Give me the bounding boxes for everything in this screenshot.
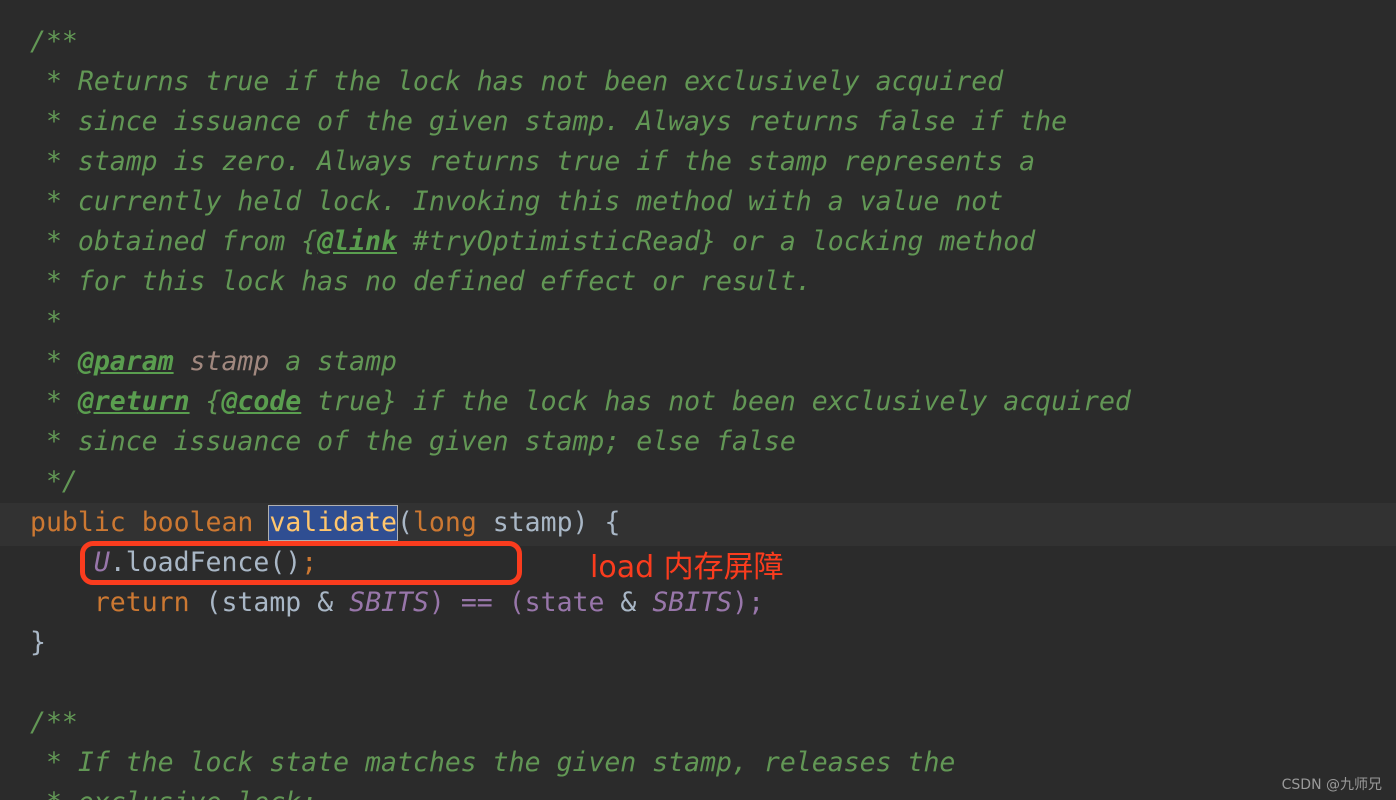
code-line[interactable]: * exclusive lock; — [30, 783, 317, 800]
code-line[interactable]: * for this lock has no defined effect or… — [30, 262, 812, 302]
code-token: U — [93, 547, 110, 578]
code-line[interactable]: * @param stamp a stamp — [30, 342, 397, 382]
code-line[interactable]: /** — [30, 22, 78, 62]
code-token: */ — [30, 466, 78, 497]
code-token: * since issuance of the given stamp. Alw… — [30, 106, 1068, 137]
code-token: ( — [397, 507, 413, 538]
code-line[interactable]: * Returns true if the lock has not been … — [30, 62, 1003, 102]
code-token: SBITS — [652, 587, 733, 618]
code-token: a stamp — [269, 346, 397, 377]
code-token: ; — [301, 547, 318, 578]
code-line[interactable]: * If the lock state matches the given st… — [30, 743, 955, 783]
code-line[interactable]: * currently held lock. Invoking this met… — [30, 182, 1003, 222]
code-line[interactable]: } — [30, 623, 46, 663]
code-token: @link — [317, 226, 397, 257]
code-token: @return — [77, 386, 190, 417]
annotation-note-text: load 内存屏障 — [590, 550, 784, 585]
code-token: * obtained from { — [30, 226, 318, 257]
code-line[interactable]: * stamp is zero. Always returns true if … — [30, 142, 1035, 182]
code-token: (stamp — [189, 587, 318, 618]
code-line[interactable]: * obtained from {@link #tryOptimisticRea… — [30, 222, 1035, 262]
code-token: @code — [221, 386, 302, 417]
code-token: * exclusive lock; — [30, 787, 317, 800]
selected-identifier[interactable]: validate — [268, 505, 398, 541]
code-token: * — [30, 386, 78, 417]
code-line[interactable]: * since issuance of the given stamp; els… — [30, 422, 796, 462]
code-token: true} if the lock has not been exclusive… — [301, 386, 1131, 417]
code-token: public — [30, 507, 126, 538]
watermark: CSDN @九师兄 — [1281, 777, 1382, 793]
code-token: ) == ( — [428, 587, 525, 618]
code-token: #tryOptimisticRead} or a locking method — [396, 226, 1036, 257]
code-token: long — [412, 507, 477, 538]
code-line[interactable]: /** — [30, 703, 78, 743]
code-token: * Returns true if the lock has not been … — [30, 66, 1004, 97]
code-token: /** — [30, 26, 78, 57]
code-token: & — [317, 587, 334, 618]
code-token: * — [30, 346, 78, 377]
code-token: state — [524, 587, 605, 618]
code-line[interactable]: * — [30, 302, 62, 342]
code-token: * currently held lock. Invoking this met… — [30, 186, 1004, 217]
code-token: @param — [77, 346, 174, 377]
code-token: .loadFence() — [109, 547, 302, 578]
code-line[interactable]: public boolean validate(long stamp) { — [30, 503, 620, 543]
code-token: stamp — [173, 346, 270, 377]
code-token: boolean — [141, 507, 254, 538]
code-token: stamp — [476, 507, 573, 538]
code-token: } — [30, 627, 46, 658]
code-token: * since issuance of the given stamp; els… — [30, 426, 796, 457]
code-line[interactable]: */ — [30, 462, 78, 502]
code-token: SBITS — [349, 587, 429, 618]
code-token: return — [93, 587, 190, 618]
code-line[interactable]: * since issuance of the given stamp. Alw… — [30, 102, 1067, 142]
code-token: * — [30, 306, 62, 337]
code-token: ); — [732, 587, 765, 618]
code-token: * stamp is zero. Always returns true if … — [30, 146, 1036, 177]
code-line[interactable]: return (stamp & SBITS) == (state & SBITS… — [30, 583, 764, 623]
code-line[interactable]: U.loadFence(); — [30, 543, 317, 583]
code-editor[interactable]: /** * Returns true if the lock has not b… — [0, 0, 1396, 800]
code-token: /** — [30, 707, 78, 738]
code-token: & — [620, 587, 637, 618]
code-line[interactable]: * @return {@code true} if the lock has n… — [30, 382, 1131, 422]
code-token: { — [189, 386, 222, 417]
code-token: * If the lock state matches the given st… — [30, 747, 956, 778]
code-token: * for this lock has no defined effect or… — [30, 266, 812, 297]
code-token: ) { — [572, 507, 621, 538]
